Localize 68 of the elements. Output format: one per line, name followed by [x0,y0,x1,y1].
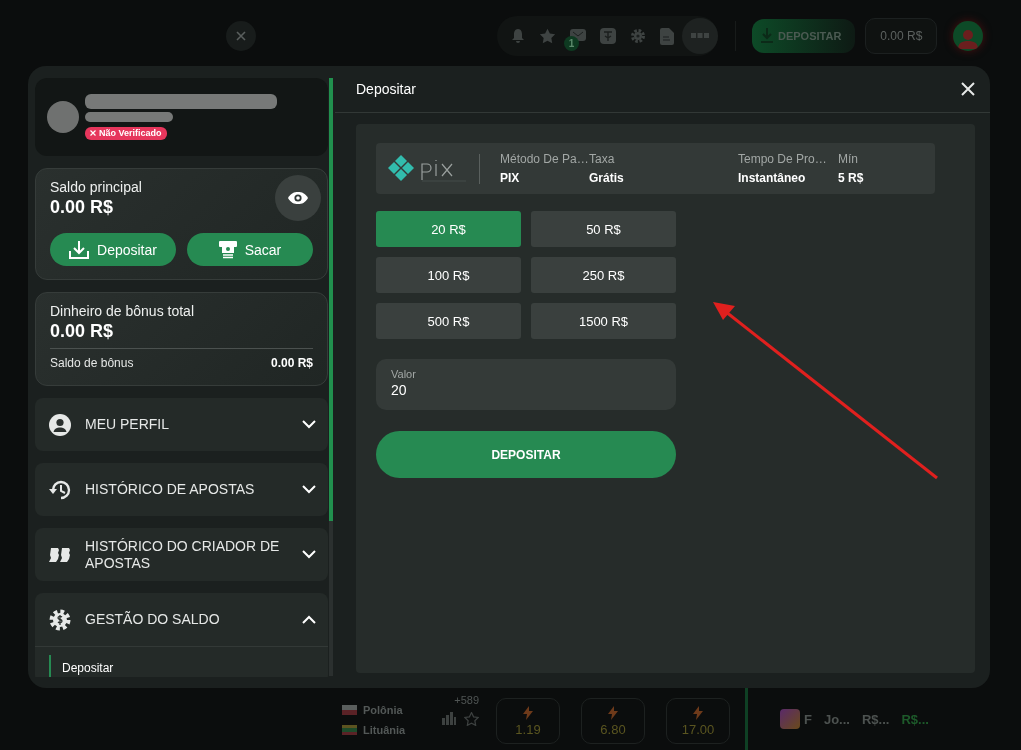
bonus-balance-label: Saldo de bônus [50,356,134,370]
download-icon [69,240,90,259]
column-value: 5 R$ [838,171,864,185]
balance-amount: 0.00 R$ [50,197,115,218]
game-icon [780,709,800,729]
menu-item[interactable]: HISTÓRICO DE APOSTAS [35,463,328,516]
more-button[interactable] [682,18,718,54]
document-icon[interactable] [660,27,674,45]
cash-icon [218,240,237,259]
column-value: PIX [500,171,521,185]
eye-icon[interactable] [275,175,321,221]
balance-display: 0.00 R$ [865,18,938,54]
bet-builder-icon [49,547,71,562]
history-icon [49,479,71,500]
bet-text: R$... [901,711,929,727]
balance-label: Saldo principal [50,179,143,195]
column-value: Grátis [589,171,625,185]
payment-method-card[interactable]: Método De Pa… PIX Taxa Grátis Tempo De Pro… Instantâneo Mín 5 R$ [376,143,935,194]
amount-option[interactable]: 20 R$ [376,211,521,247]
amount-option[interactable]: 1500 R$ [531,303,676,339]
stats-icon[interactable] [442,712,456,725]
bonus-balance-amount: 0.00 R$ [270,356,313,370]
bet-text: Jo... [823,711,850,727]
user-icon [49,413,71,436]
bonus-amount: 0.00 R$ [50,321,115,342]
amount-option[interactable]: 250 R$ [531,257,676,293]
star-icon[interactable] [464,712,479,726]
team-name: Lituânia [363,724,406,736]
lightning-icon [607,705,619,720]
column-header: Método De Pa… [500,152,589,166]
amount-option[interactable]: 50 R$ [531,211,676,247]
deposit-submit-button[interactable]: DEPOSITAR [376,431,676,478]
bell-icon[interactable] [511,28,525,44]
submenu-item[interactable]: Depositar [49,655,114,677]
notification-badge: 1 [564,36,579,51]
amount-option[interactable]: 100 R$ [376,257,521,293]
menu-item[interactable]: GESTÃO DO SALDO [35,593,328,646]
column-header: Mín [838,152,859,166]
column-header: Taxa [589,152,616,166]
bet-text: F [804,711,812,727]
bonus-label: Dinheiro de bônus total [50,303,195,319]
flag-icon [342,705,357,715]
close-icon[interactable] [226,21,256,51]
money-gear-icon [49,608,71,631]
status-badge: Não Verificado [85,127,167,140]
column-header: Tempo De Pro… [738,152,828,166]
withdraw-button[interactable]: Sacar [187,233,313,266]
menu-item[interactable]: HISTÓRICO DO CRIADOR DE APOSTAS [35,528,328,581]
lightning-icon [692,705,704,720]
menu-item[interactable]: MEU PERFIL [35,398,328,451]
download-icon [760,28,774,44]
column-value: Instantâneo [738,171,807,185]
flag-icon [342,725,357,735]
bet-text: R$... [861,711,890,727]
settings-icon[interactable] [630,28,646,44]
user-avatar-icon[interactable] [953,21,984,51]
gift-icon[interactable] [600,28,616,44]
amount-option[interactable]: 500 R$ [376,303,521,339]
deposit-button[interactable]: Depositar [50,233,176,266]
star-icon[interactable] [539,28,556,44]
lightning-icon [522,705,534,720]
avatar-icon [47,101,79,133]
team-name: Polônia [363,704,403,716]
dialog-title: Depositar [356,81,416,97]
close-icon [90,130,96,136]
dots-icon [691,33,709,39]
amount-field[interactable]: Valor 20 [376,359,676,410]
close-button[interactable] [959,80,977,98]
